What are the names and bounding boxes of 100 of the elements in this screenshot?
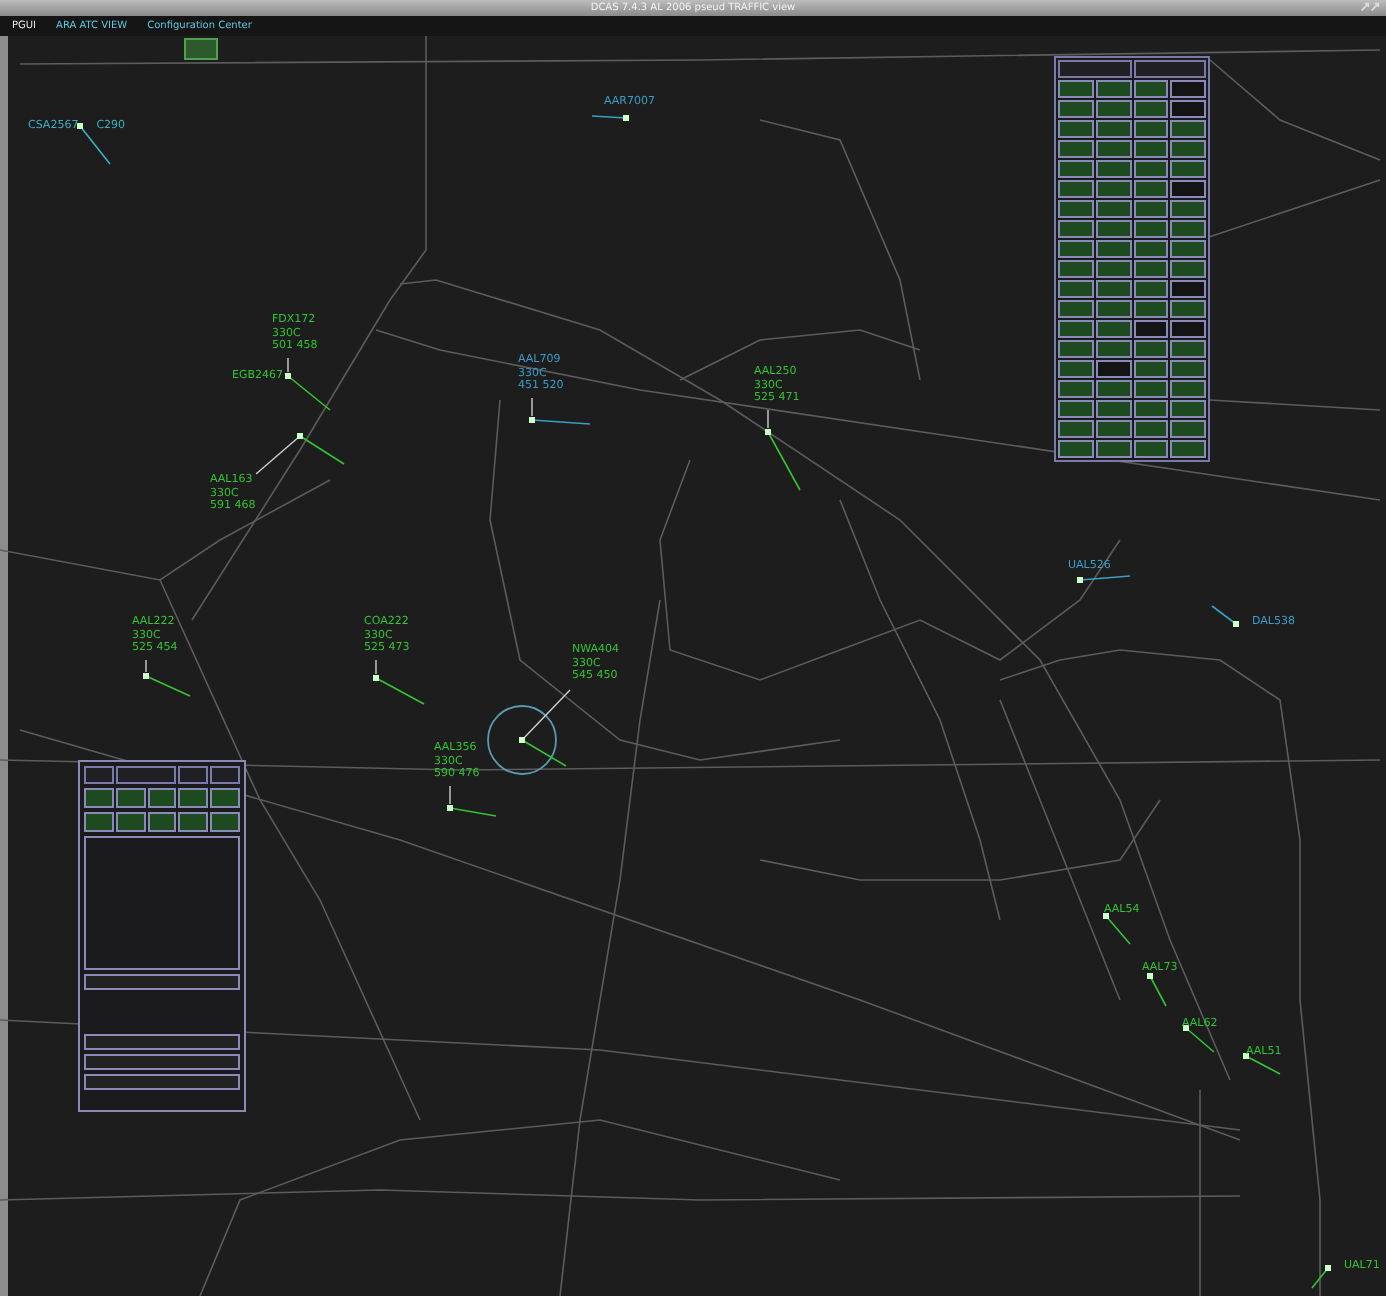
menu-button[interactable]: [1133, 280, 1169, 298]
menu-button[interactable]: [1095, 160, 1131, 178]
menu-button[interactable]: [1133, 340, 1169, 358]
menu-button[interactable]: [1058, 360, 1094, 378]
menu-button[interactable]: [1095, 200, 1131, 218]
aircraft-target-icon: [1211, 605, 1239, 627]
menu-button[interactable]: [84, 788, 114, 808]
aircraft-target-icon: [591, 115, 629, 121]
menu-button[interactable]: [1095, 180, 1131, 198]
menu-button[interactable]: [147, 788, 177, 808]
menu-button[interactable]: [1095, 120, 1131, 138]
aircraft-target-icon: [1311, 1265, 1331, 1289]
menu-button[interactable]: [1170, 440, 1206, 458]
menu-button[interactable]: [1170, 160, 1206, 178]
menu-button[interactable]: [1058, 400, 1094, 418]
aircraft-target-icon: [1103, 913, 1131, 945]
menu-button[interactable]: [210, 812, 240, 832]
menu-button[interactable]: [115, 788, 146, 808]
aircraft-target-icon: [487, 689, 571, 775]
menu-button[interactable]: [1095, 240, 1131, 258]
menu-button[interactable]: [1133, 300, 1169, 318]
menu-button[interactable]: [1095, 300, 1131, 318]
menu-button[interactable]: [1133, 420, 1169, 438]
menu-button[interactable]: [178, 788, 209, 808]
menu-button[interactable]: [1133, 360, 1169, 378]
menu-button[interactable]: [1170, 220, 1206, 238]
menu-button[interactable]: [115, 812, 146, 832]
menu-button[interactable]: [1095, 280, 1131, 298]
menu-button[interactable]: [1058, 240, 1094, 258]
menu-button[interactable]: [1058, 140, 1094, 158]
menu-button[interactable]: [1170, 400, 1206, 418]
menu-button[interactable]: [1133, 440, 1169, 458]
menu-button[interactable]: [210, 788, 240, 808]
menu-button[interactable]: [1170, 240, 1206, 258]
menu-button[interactable]: [1133, 140, 1169, 158]
menu-button[interactable]: [1133, 240, 1169, 258]
menu-button[interactable]: [1133, 200, 1169, 218]
menu-button[interactable]: [178, 812, 209, 832]
aircraft-target-icon: [143, 659, 191, 697]
menu-button[interactable]: [1133, 100, 1169, 118]
menu-button[interactable]: [1133, 120, 1169, 138]
menu-button[interactable]: [1058, 160, 1094, 178]
input-field[interactable]: [84, 1034, 240, 1050]
menu-button[interactable]: [1170, 200, 1206, 218]
menu-button[interactable]: [1170, 360, 1206, 378]
menu-button[interactable]: [1170, 420, 1206, 438]
menu-button[interactable]: [1133, 400, 1169, 418]
menu-button[interactable]: [1095, 320, 1131, 338]
menu-button[interactable]: [1058, 220, 1094, 238]
header-cell: [210, 766, 240, 784]
menu-button[interactable]: [1095, 420, 1131, 438]
input-field[interactable]: [84, 1054, 240, 1070]
menu-button[interactable]: [1058, 280, 1094, 298]
menu-button[interactable]: [1058, 340, 1094, 358]
header-cell: [178, 766, 208, 784]
menu-button[interactable]: [1133, 380, 1169, 398]
menu-button[interactable]: [1058, 320, 1094, 338]
aircraft-target-icon: [529, 397, 591, 425]
menu-button[interactable]: [1095, 100, 1131, 118]
menu-button[interactable]: [1058, 120, 1094, 138]
menu-button[interactable]: [1170, 120, 1206, 138]
menu-button[interactable]: [1170, 140, 1206, 158]
menu-button[interactable]: [1133, 80, 1169, 98]
menu-button[interactable]: [1170, 380, 1206, 398]
menu-button[interactable]: [1133, 260, 1169, 278]
header-cell: [116, 766, 176, 784]
menu-button[interactable]: [84, 812, 114, 832]
toggle-button[interactable]: [184, 38, 218, 60]
menu-button[interactable]: [1058, 420, 1094, 438]
aircraft-target-icon: [373, 659, 425, 705]
input-field[interactable]: [84, 974, 240, 990]
menu-button[interactable]: [1095, 380, 1131, 398]
menu-button[interactable]: [1170, 260, 1206, 278]
menu-button[interactable]: [1058, 300, 1094, 318]
menu-button[interactable]: [1058, 80, 1094, 98]
menu-button[interactable]: [1095, 340, 1131, 358]
menu-button[interactable]: [147, 812, 177, 832]
menu-button[interactable]: [1133, 160, 1169, 178]
aircraft-target-icon: [1183, 1025, 1215, 1053]
menu-button[interactable]: [1095, 220, 1131, 238]
input-field[interactable]: [84, 1074, 240, 1090]
menu-button[interactable]: [1058, 180, 1094, 198]
menu-button[interactable]: [1133, 180, 1169, 198]
menu-button[interactable]: [1170, 300, 1206, 318]
menu-button[interactable]: [1058, 100, 1094, 118]
menu-button[interactable]: [1095, 260, 1131, 278]
aircraft-target-icon: [255, 433, 345, 475]
menu-button[interactable]: [1058, 380, 1094, 398]
menu-button[interactable]: [1058, 260, 1094, 278]
menu-button[interactable]: [1095, 440, 1131, 458]
menu-button[interactable]: [1095, 400, 1131, 418]
menu-button[interactable]: [1095, 140, 1131, 158]
menu-button[interactable]: [1058, 200, 1094, 218]
aircraft-target-icon: [1077, 575, 1131, 583]
menu-button[interactable]: [1058, 440, 1094, 458]
aircraft-target-icon: [447, 785, 497, 817]
menu-button[interactable]: [1095, 80, 1131, 98]
menu-button[interactable]: [1170, 340, 1206, 358]
menu-button[interactable]: [1133, 220, 1169, 238]
aircraft-target-icon: [1147, 973, 1167, 1007]
